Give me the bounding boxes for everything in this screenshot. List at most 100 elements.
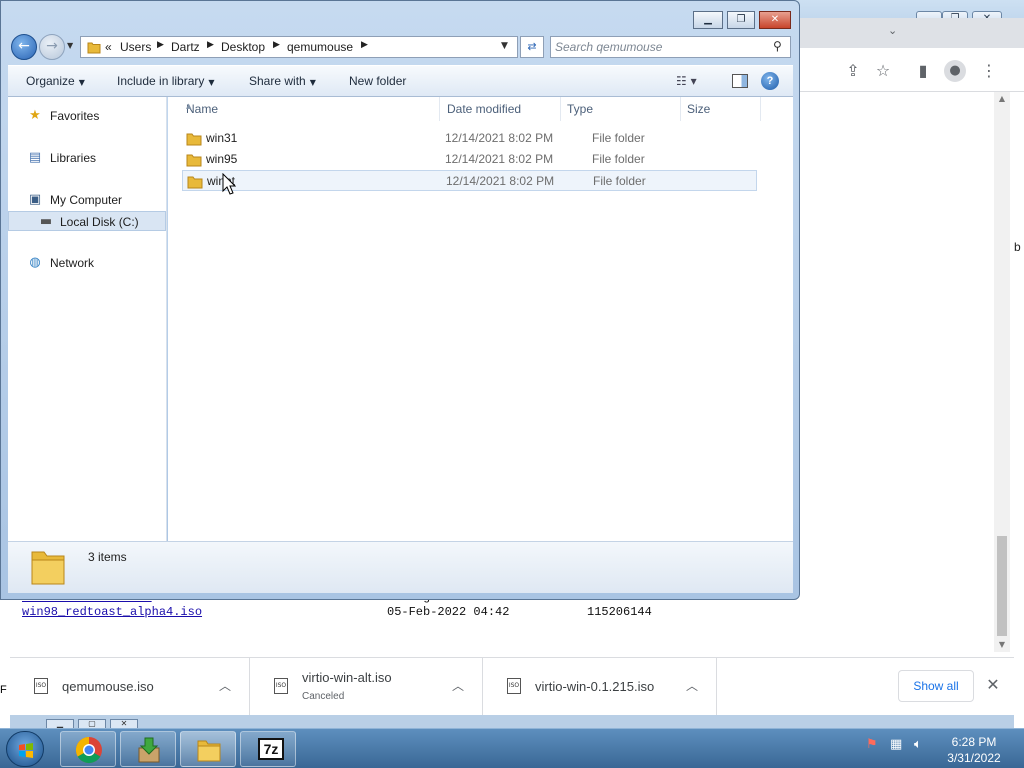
file-date: 12/14/2021 8:02 PM xyxy=(446,174,555,188)
sort-ascending-icon: ▲ xyxy=(186,102,192,110)
clock[interactable]: 6:28 PM 3/31/2022 xyxy=(936,734,1012,766)
taskbar-chrome-button[interactable] xyxy=(60,731,116,767)
nav-item-network[interactable]: ◍ Network xyxy=(8,253,166,273)
scrollbar-thumb[interactable] xyxy=(997,536,1007,636)
recent-pages-dropdown[interactable]: ▼ xyxy=(67,41,77,50)
item-count: 3 items xyxy=(88,550,127,564)
command-bar: Organize ▼ Include in library ▼ Share with… xyxy=(8,65,793,97)
file-name: win31 xyxy=(206,131,238,145)
taskbar-explorer-button[interactable] xyxy=(180,731,236,767)
breadcrumb-dartz[interactable]: Dartz xyxy=(171,40,200,54)
address-bar[interactable]: « Users ▶ Dartz ▶ Desktop ▶ qemumouse ▶ … xyxy=(80,36,518,58)
iso-file-icon: ISO xyxy=(507,678,521,694)
download-item[interactable]: ISO virtio-win-0.1.215.iso ︿ xyxy=(483,658,717,716)
installer-icon xyxy=(138,737,160,763)
search-input[interactable] xyxy=(555,39,765,55)
chevron-up-icon[interactable]: ︿ xyxy=(217,677,233,693)
page-scrollbar[interactable]: ▲ ▼ xyxy=(994,92,1010,652)
scroll-up-arrow-icon[interactable]: ▲ xyxy=(997,94,1007,103)
taskbar-installer-button[interactable] xyxy=(120,731,176,767)
new-folder-button[interactable]: New folder xyxy=(349,74,406,88)
breadcrumb-desktop[interactable]: Desktop xyxy=(221,40,265,54)
chevron-up-icon[interactable]: ︿ xyxy=(450,677,466,693)
file-row-winnt[interactable]: winnt 12/14/2021 8:02 PM File folder xyxy=(182,170,757,191)
navigation-pane: ★ Favorites ▤ Libraries ▣ My Computer ▬ … xyxy=(8,97,167,541)
left-edge-mark: F xyxy=(0,684,7,696)
share-icon[interactable]: ⇪ xyxy=(842,60,864,82)
action-center-flag-icon[interactable]: ⚑ xyxy=(866,737,878,752)
forward-button[interactable]: → xyxy=(39,34,65,60)
taskbar-7zip-button[interactable]: 7z xyxy=(240,731,296,767)
close-button[interactable]: ✕ xyxy=(759,11,791,29)
download-shelf: ISO qemumouse.iso ︿ ISO virtio-win-alt.i… xyxy=(10,657,1014,716)
restored-window-controls: ▁ ▢ ✕ xyxy=(46,715,146,729)
search-icon[interactable]: ⚲ xyxy=(773,39,782,53)
7zip-icon: 7z xyxy=(258,738,284,760)
dropdown-arrow-icon: ▼ xyxy=(309,78,316,87)
start-button[interactable] xyxy=(6,731,44,767)
column-header-date-modified[interactable]: Date modified xyxy=(441,97,561,121)
breadcrumb-separator-icon[interactable]: ▶ xyxy=(273,40,280,50)
clock-date: 3/31/2022 xyxy=(947,751,1001,765)
download-item[interactable]: ISO qemumouse.iso ︿ xyxy=(10,658,250,716)
change-view-icon[interactable]: ☷ ▾ xyxy=(676,74,697,88)
column-header-size[interactable]: Size xyxy=(681,97,761,121)
nav-item-favorites[interactable]: ★ Favorites xyxy=(8,106,166,126)
search-box[interactable]: ⚲ xyxy=(550,36,791,58)
file-date: 12/14/2021 8:02 PM xyxy=(445,131,554,145)
file-row-win95[interactable]: win95 12/14/2021 8:02 PM File folder xyxy=(182,149,757,170)
breadcrumb-separator-icon[interactable]: ▶ xyxy=(207,40,214,50)
column-header-label: Type xyxy=(567,102,594,116)
clock-time: 6:28 PM xyxy=(951,735,997,749)
download-item[interactable]: ISO virtio-win-alt.iso Canceled ︿ xyxy=(250,658,483,716)
nav-label: Network xyxy=(50,256,95,270)
download-file-name: qemumouse.iso xyxy=(62,679,154,694)
profile-avatar-icon[interactable]: ● xyxy=(944,60,966,82)
breadcrumb-overflow[interactable]: « xyxy=(105,40,112,54)
bookmark-star-icon[interactable]: ☆ xyxy=(872,60,894,82)
minimize-button[interactable]: ▁ xyxy=(693,11,723,29)
preview-pane-icon[interactable] xyxy=(732,74,748,88)
explorer-folder-icon xyxy=(197,740,221,762)
share-with-menu[interactable]: Share with ▼ xyxy=(249,74,316,88)
breadcrumb-separator-icon[interactable]: ▶ xyxy=(157,40,164,50)
download-status: Canceled xyxy=(302,691,345,702)
chrome-menu-icon[interactable]: ⋮ xyxy=(978,60,1000,82)
breadcrumb-users[interactable]: Users xyxy=(120,40,151,54)
back-button[interactable]: ← xyxy=(11,34,37,60)
include-in-library-menu[interactable]: Include in library ▼ xyxy=(117,74,215,88)
column-header-type[interactable]: Type xyxy=(561,97,681,121)
file-name: win95 xyxy=(206,152,238,166)
address-history-dropdown-icon[interactable]: ▼ xyxy=(501,41,508,51)
help-icon[interactable]: ? xyxy=(761,72,779,90)
share-with-label: Share with xyxy=(249,74,306,88)
scroll-down-arrow-icon[interactable]: ▼ xyxy=(997,640,1007,649)
computer-icon: ▣ xyxy=(28,192,42,207)
download-file-name: virtio-win-alt.iso xyxy=(302,670,392,685)
listing-file-link[interactable]: win98_redtoast_alpha4.iso xyxy=(22,605,202,619)
volume-icon[interactable]: 🔈︎ xyxy=(914,737,922,752)
breadcrumb-qemumouse[interactable]: qemumouse xyxy=(287,40,353,54)
side-panel-icon[interactable]: ▮ xyxy=(912,60,934,82)
nav-item-local-disk[interactable]: ▬ Local Disk (C:) xyxy=(8,211,166,231)
breadcrumb-separator-icon[interactable]: ▶ xyxy=(361,40,368,50)
nav-item-my-computer[interactable]: ▣ My Computer xyxy=(8,190,166,210)
chrome-bottom-frame xyxy=(10,715,1014,728)
folder-icon xyxy=(186,133,202,146)
nav-item-libraries[interactable]: ▤ Libraries xyxy=(8,148,166,168)
details-pane: 3 items xyxy=(8,541,793,593)
chrome-icon xyxy=(75,736,102,764)
file-row-win31[interactable]: win31 12/14/2021 8:02 PM File folder xyxy=(182,128,757,149)
folder-icon xyxy=(187,176,203,189)
network-status-icon[interactable]: ▦ xyxy=(890,737,902,752)
maximize-button[interactable]: ❐ xyxy=(727,11,755,29)
libraries-icon: ▤ xyxy=(28,150,42,165)
column-header-label: Date modified xyxy=(447,102,522,116)
close-icon[interactable]: ✕ xyxy=(982,674,1004,696)
organize-menu[interactable]: Organize ▼ xyxy=(26,74,85,88)
refresh-button[interactable]: ⇄ xyxy=(520,36,544,58)
chevron-up-icon[interactable]: ︿ xyxy=(684,677,700,693)
show-all-button[interactable]: Show all xyxy=(898,670,974,702)
column-header-name[interactable]: Name ▲ xyxy=(180,97,440,121)
tab-search-chevron-icon[interactable]: ⌄ xyxy=(888,24,897,37)
